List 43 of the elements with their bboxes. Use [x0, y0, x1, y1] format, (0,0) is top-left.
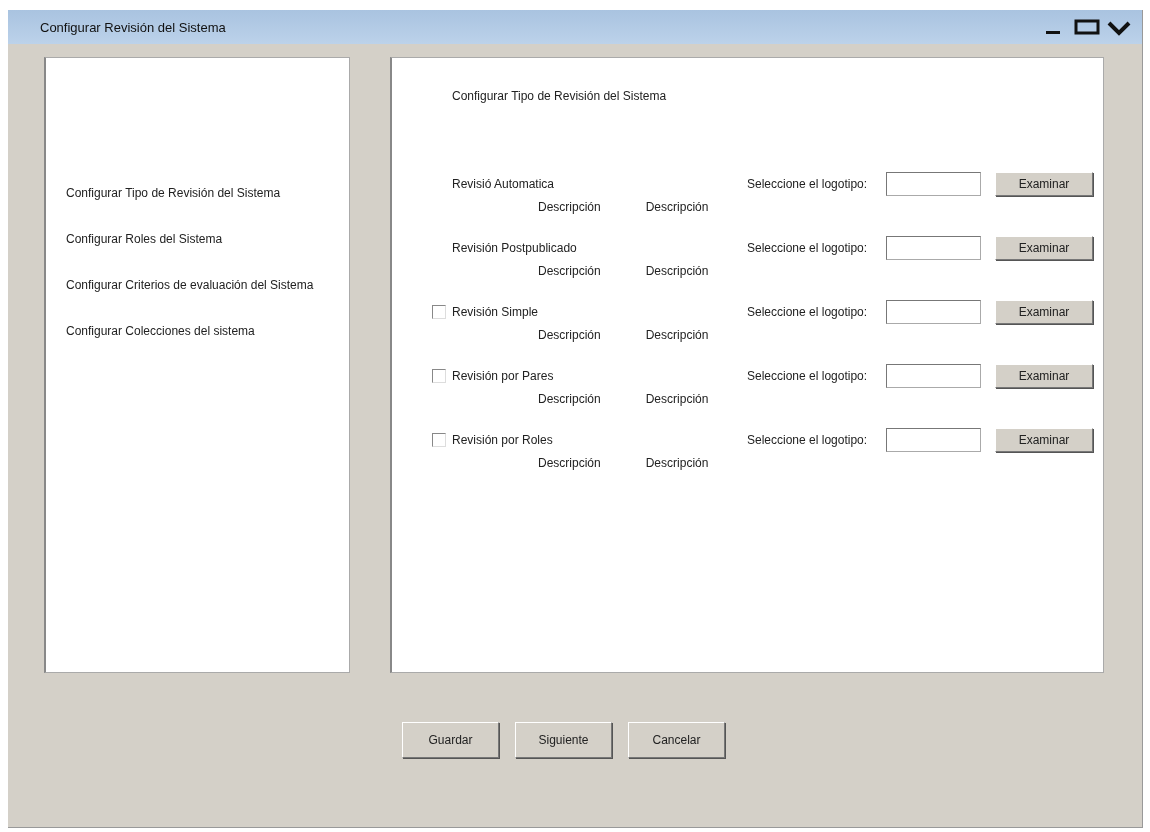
description-text: Descripción: [645, 328, 709, 342]
browse-button[interactable]: Examinar: [995, 172, 1093, 196]
field-label: Seleccione el logotipo:: [747, 369, 869, 383]
window-title: Configurar Revisión del Sistema: [40, 19, 226, 35]
description-text: Descripción: [645, 200, 709, 214]
logo-field[interactable]: [886, 236, 981, 260]
sidebar-item[interactable]: Configurar Colecciones del sistema: [66, 324, 349, 338]
description-text: Descripción: [538, 456, 601, 470]
description-text: Descripción: [538, 264, 601, 278]
field-label: Seleccione el logotipo:: [747, 241, 869, 255]
checkbox[interactable]: [432, 369, 446, 383]
review-type-label: Revisión Simple: [452, 305, 540, 319]
checkbox[interactable]: [432, 433, 446, 447]
sidebar-item[interactable]: Configurar Tipo de Revisión del Sistema: [66, 186, 349, 200]
field-label: Seleccione el logotipo:: [747, 433, 869, 447]
footer-button[interactable]: Siguiente: [515, 722, 612, 758]
description-text: Descripción: [645, 456, 709, 470]
footer-button[interactable]: Cancelar: [628, 722, 725, 758]
description-text: Descripción: [538, 200, 601, 214]
logo-field[interactable]: [886, 364, 981, 388]
field-label: Seleccione el logotipo:: [747, 305, 869, 319]
browse-button[interactable]: Examinar: [995, 236, 1093, 260]
description-text: Descripción: [538, 392, 601, 406]
review-type-label: Revisión por Pares: [452, 369, 555, 383]
review-type-label: Revisió Automatica: [452, 177, 556, 191]
logo-field[interactable]: [886, 300, 981, 324]
section-heading: Configurar Tipo de Revisión del Sistema: [452, 89, 668, 103]
field-label: Seleccione el logotipo:: [747, 177, 869, 191]
sidebar-item[interactable]: Configurar Roles del Sistema: [66, 232, 349, 246]
maximize-icon[interactable]: [1074, 17, 1100, 37]
logo-field[interactable]: [886, 172, 981, 196]
browse-button[interactable]: Examinar: [995, 428, 1093, 452]
browse-button[interactable]: Examinar: [995, 364, 1093, 388]
review-type-label: Revisión Postpublicado: [452, 241, 578, 255]
sidebar-item[interactable]: Configurar Criterios de evaluación del Sistema: [66, 278, 349, 292]
description-text: Descripción: [538, 328, 601, 342]
review-type-label: Revisión por Roles: [452, 433, 554, 447]
browse-button[interactable]: Examinar: [995, 300, 1093, 324]
checkbox[interactable]: [432, 305, 446, 319]
description-text: Descripción: [645, 264, 709, 278]
logo-field[interactable]: [886, 428, 981, 452]
footer-button[interactable]: Guardar: [402, 722, 499, 758]
description-text: Descripción: [645, 392, 709, 406]
